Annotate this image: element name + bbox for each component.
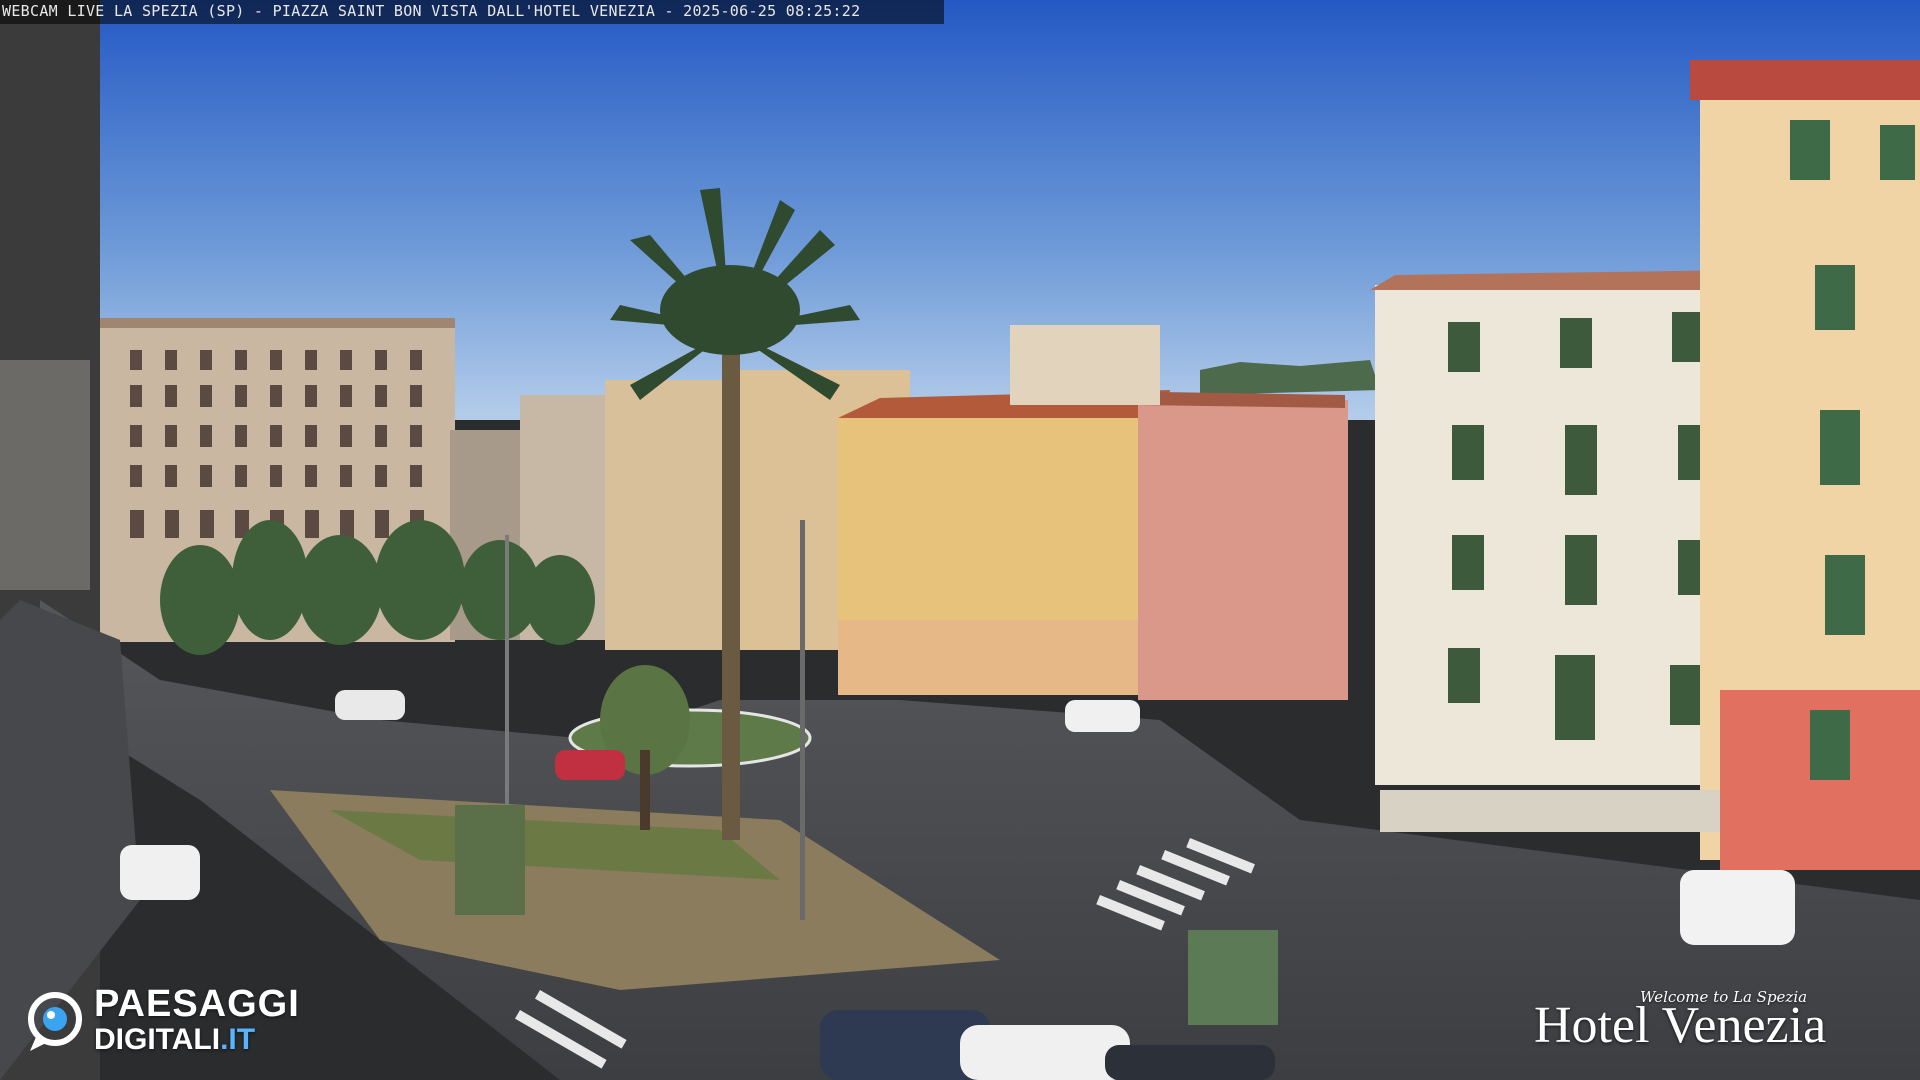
logo-line-paesaggi: PAESAGGI — [94, 983, 300, 1025]
building-rooftop — [1010, 325, 1160, 405]
paesaggi-digitali-logo: PAESAGGI DIGITALI.IT — [28, 983, 348, 1057]
railing — [1380, 790, 1720, 832]
building-pink — [1138, 392, 1348, 700]
logo-digitali-text: DIGITALI — [94, 1023, 221, 1056]
webcam-caption: WEBCAM LIVE LA SPEZIA (SP) - PIAZZA SAIN… — [2, 2, 861, 20]
webcam-scene — [0, 0, 1920, 1080]
building-yellow — [838, 390, 1170, 695]
green-cabinet — [455, 805, 525, 915]
caption-bar: WEBCAM LIVE LA SPEZIA (SP) - PIAZZA SAIN… — [0, 0, 944, 24]
logo-domain-suffix: .IT — [220, 1023, 256, 1056]
hotel-name-text: Hotel Venezia — [1534, 997, 1827, 1054]
camera-lens-icon — [28, 992, 82, 1051]
green-bin — [1188, 930, 1278, 1025]
hotel-venezia-logo: Welcome to La Spezia Hotel Venezia — [1520, 984, 1910, 1064]
building-coral — [1690, 60, 1920, 870]
logo-line-digitali: DIGITALI.IT — [94, 1023, 255, 1057]
building-white — [1370, 270, 1745, 785]
